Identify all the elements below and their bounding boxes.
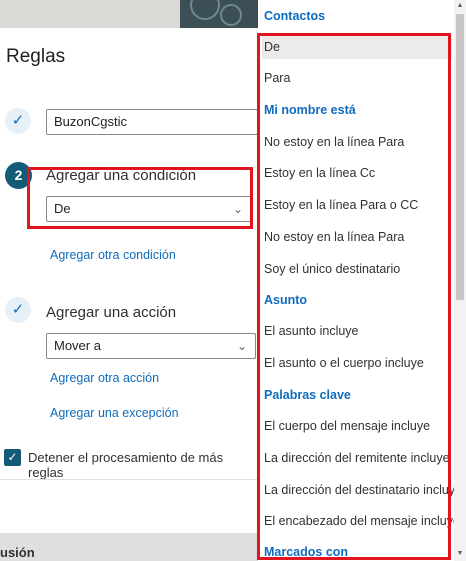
stop-processing-checkbox[interactable]: ✓ [4, 449, 21, 466]
add-exception-link[interactable]: Agregar una excepción [50, 406, 179, 420]
divider [0, 479, 258, 480]
step1-check-icon: ✓ [5, 108, 31, 134]
scroll-up-icon[interactable]: ▲ [455, 2, 465, 9]
background-image [180, 0, 258, 28]
condition-highlight-box [27, 167, 253, 229]
background-text: usión [0, 545, 35, 560]
chevron-down-icon: ⌄ [236, 339, 247, 353]
add-condition-link[interactable]: Agregar otra condición [50, 248, 176, 262]
rule-name-input[interactable]: BuzonCgstic [46, 109, 258, 135]
action-dropdown[interactable]: Mover a ⌄ [46, 333, 256, 359]
add-action-link[interactable]: Agregar otra acción [50, 371, 159, 385]
action-dropdown-value: Mover a [54, 338, 101, 353]
list-header-contactos: Contactos [264, 9, 326, 23]
options-highlight-box [257, 33, 451, 560]
background-page-footer: usión [0, 533, 258, 561]
action-label: Agregar una acción [46, 304, 177, 321]
scrollbar-thumb[interactable] [456, 14, 464, 300]
step3-check-icon: ✓ [5, 297, 31, 323]
scroll-down-icon[interactable]: ▼ [455, 550, 465, 557]
rules-panel: Reglas ✓ BuzonCgstic 2 Agregar una condi… [0, 28, 258, 533]
stop-processing-label: Detener el procesamiento de más reglas [28, 450, 224, 480]
panel-title: Reglas [6, 46, 66, 67]
